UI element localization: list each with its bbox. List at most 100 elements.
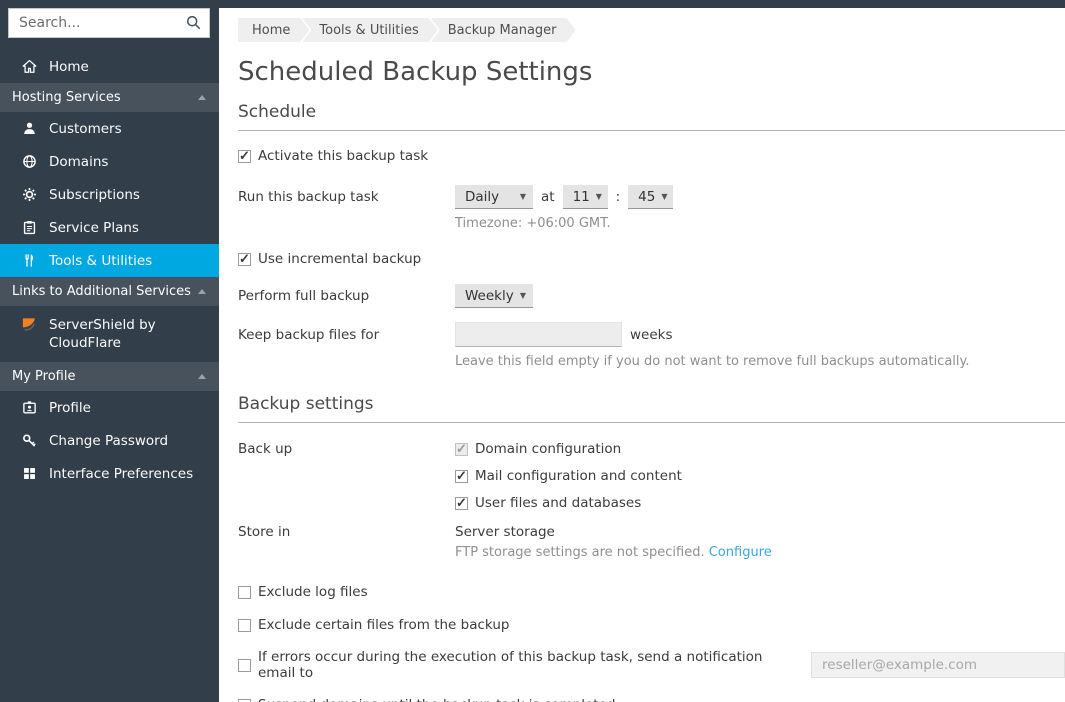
notification-email-input[interactable] — [811, 652, 1065, 678]
badge-icon — [21, 399, 38, 416]
full-backup-select-value: Weekly — [465, 288, 514, 304]
chevron-down-icon: ▼ — [520, 291, 526, 300]
sidebar: Home Hosting Services Customers — [0, 0, 219, 702]
chevron-down-icon: ▼ — [520, 192, 526, 201]
backup-options: Domain configuration Mail configuration … — [455, 441, 682, 511]
sidebar-item-label: Change Password — [49, 433, 168, 449]
collapse-caret-icon — [198, 95, 206, 100]
search-icon[interactable] — [185, 14, 203, 32]
sidebar-item-label: Interface Preferences — [49, 466, 193, 482]
exclude-log-row: Exclude log files — [238, 584, 1065, 600]
sidebar-item-label: Domains — [49, 154, 108, 170]
store-in-value: Server storage — [455, 524, 772, 540]
chevron-down-icon: ▼ — [661, 192, 667, 201]
keep-files-unit: weeks — [630, 327, 673, 343]
exclude-files-row: Exclude certain files from the backup — [238, 617, 1065, 633]
exclude-files-checkbox[interactable] — [238, 619, 251, 632]
tools-icon — [21, 252, 38, 269]
incremental-backup-checkbox[interactable] — [238, 253, 251, 266]
back-up-label: Back up — [238, 441, 455, 457]
incremental-backup-label: Use incremental backup — [258, 251, 421, 267]
notify-errors-label: If errors occur during the execution of … — [258, 649, 803, 681]
sidebar-item-domains[interactable]: Domains — [0, 145, 219, 178]
content: Home Tools & Utilities Backup Manager Sc… — [219, 8, 1065, 702]
sidebar-item-label: Subscriptions — [49, 187, 140, 203]
sidebar-item-tools-utilities[interactable]: Tools & Utilities — [0, 244, 219, 277]
sidebar-section-my-profile[interactable]: My Profile — [0, 362, 219, 391]
chevron-down-icon: ▼ — [596, 192, 602, 201]
period-select[interactable]: Daily ▼ — [455, 185, 533, 209]
breadcrumb-tools-utilities[interactable]: Tools & Utilities — [302, 18, 437, 42]
keep-files-note: Leave this field empty if you do not wan… — [455, 354, 1065, 369]
key-icon — [21, 432, 38, 449]
store-in-label: Store in — [238, 524, 455, 540]
ftp-note: FTP storage settings are not specified. — [455, 545, 705, 560]
collapse-caret-icon — [198, 374, 206, 379]
sidebar-item-customers[interactable]: Customers — [0, 112, 219, 145]
sidebar-item-label: Customers — [49, 121, 122, 137]
sidebar-item-change-password[interactable]: Change Password — [0, 424, 219, 457]
sidebar-item-label: Profile — [49, 400, 91, 416]
store-in-row: Store in Server storage FTP storage sett… — [238, 524, 1065, 560]
activate-task-label: Activate this backup task — [258, 148, 428, 164]
run-task-row: Run this backup task Daily ▼ at 11 ▼ : 4… — [238, 185, 1065, 209]
sidebar-item-service-plans[interactable]: Service Plans — [0, 211, 219, 244]
sidebar-search — [8, 8, 210, 38]
app-window: Home Hosting Services Customers — [0, 0, 1065, 702]
sidebar-section-hosting-services[interactable]: Hosting Services — [0, 83, 219, 112]
incremental-row: Use incremental backup — [238, 251, 1065, 267]
sidebar-item-label: ServerShield by CloudFlare — [49, 316, 187, 352]
sidebar-item-label: Tools & Utilities — [49, 253, 152, 269]
sidebar-item-home[interactable]: Home — [0, 50, 219, 83]
mail-configuration-checkbox[interactable] — [455, 470, 468, 483]
page-title: Scheduled Backup Settings — [238, 57, 1065, 87]
activate-task-checkbox[interactable] — [238, 150, 251, 163]
keep-files-label: Keep backup files for — [238, 327, 455, 343]
sidebar-item-profile[interactable]: Profile — [0, 391, 219, 424]
keep-weeks-input[interactable] — [455, 322, 622, 347]
period-select-value: Daily — [465, 189, 499, 205]
exclude-log-label: Exclude log files — [258, 584, 368, 600]
full-backup-period-select[interactable]: Weekly ▼ — [455, 284, 533, 308]
backup-option-row: User files and databases — [455, 495, 682, 511]
backup-content-row: Back up Domain configuration Mail config… — [238, 441, 1065, 511]
search-input[interactable] — [8, 8, 210, 38]
hour-select-value: 11 — [573, 189, 590, 205]
breadcrumb-home[interactable]: Home — [238, 18, 309, 42]
configure-link[interactable]: Configure — [709, 545, 772, 560]
sidebar-item-label: Service Plans — [49, 220, 139, 236]
at-label: at — [541, 189, 555, 205]
sidebar-item-interface-preferences[interactable]: Interface Preferences — [0, 457, 219, 490]
notify-errors-checkbox[interactable] — [238, 659, 251, 672]
servershield-cloudflare-icon — [21, 316, 38, 333]
minute-select[interactable]: 45 ▼ — [628, 185, 673, 209]
sidebar-section-label: Links to Additional Services — [12, 284, 191, 299]
mail-configuration-label: Mail configuration and content — [475, 468, 682, 484]
breadcrumb-backup-manager: Backup Manager — [431, 18, 576, 42]
gear-icon — [21, 186, 38, 203]
sidebar-item-subscriptions[interactable]: Subscriptions — [0, 178, 219, 211]
user-files-label: User files and databases — [475, 495, 641, 511]
grid-icon — [21, 465, 38, 482]
domains-icon — [21, 153, 38, 170]
suspend-domains-checkbox[interactable] — [238, 699, 251, 702]
customers-icon — [21, 120, 38, 137]
activate-task-row: Activate this backup task — [238, 148, 1065, 164]
sidebar-section-additional-services[interactable]: Links to Additional Services — [0, 277, 219, 306]
sidebar-item-servershield[interactable]: ServerShield by CloudFlare — [0, 306, 219, 362]
home-icon — [21, 58, 38, 75]
suspend-domains-label: Suspend domains until the backup task is… — [258, 697, 615, 702]
sidebar-section-label: Hosting Services — [12, 90, 121, 105]
top-bar — [219, 0, 1065, 8]
keep-files-row: Keep backup files for weeks — [238, 322, 1065, 347]
exclude-log-checkbox[interactable] — [238, 586, 251, 599]
hour-select[interactable]: 11 ▼ — [563, 185, 608, 209]
main-area: Home Tools & Utilities Backup Manager Sc… — [219, 0, 1065, 702]
backup-option-row: Domain configuration — [455, 441, 682, 457]
domain-configuration-checkbox — [455, 443, 468, 456]
backup-option-row: Mail configuration and content — [455, 468, 682, 484]
user-files-checkbox[interactable] — [455, 497, 468, 510]
full-backup-row: Perform full backup Weekly ▼ — [238, 284, 1065, 308]
colon-separator: : — [616, 189, 621, 205]
ftp-note-line: FTP storage settings are not specified. … — [455, 545, 772, 560]
